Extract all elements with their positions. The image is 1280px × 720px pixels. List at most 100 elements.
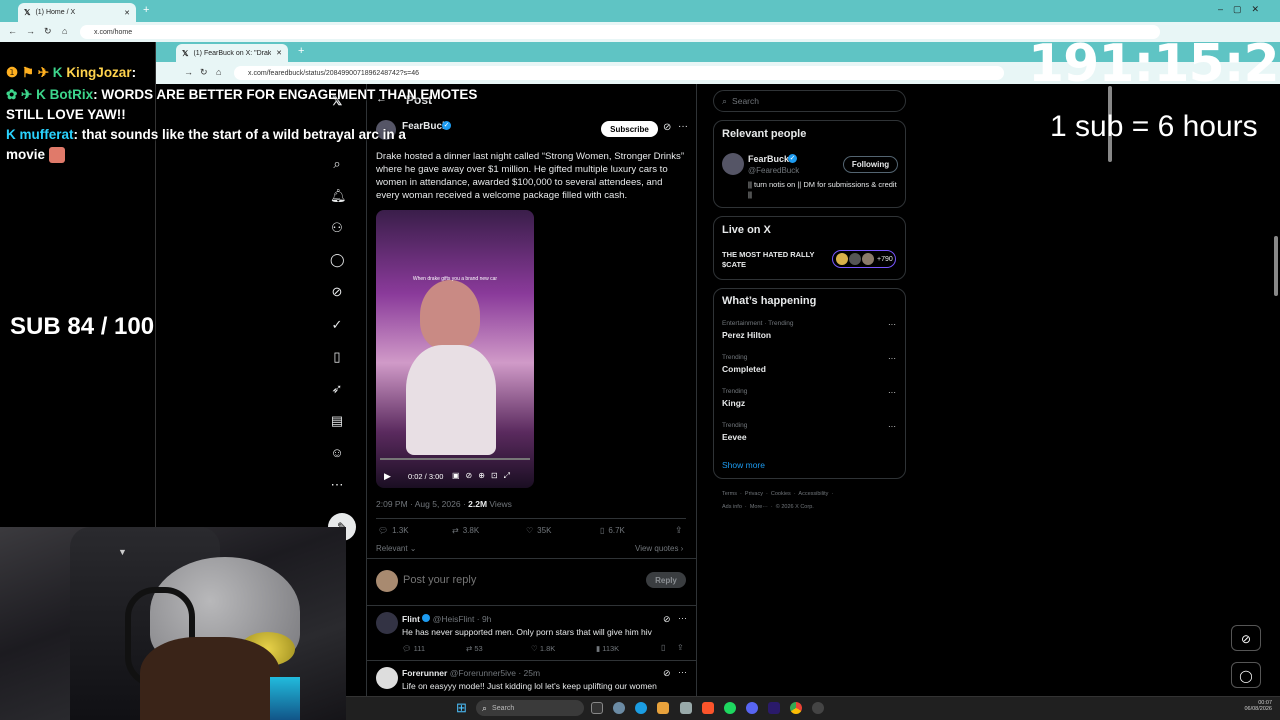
reload-icon[interactable]: ↻ xyxy=(200,67,208,78)
bell-icon[interactable]: 🔔︎ xyxy=(330,189,347,203)
forward-icon[interactable]: → xyxy=(26,26,35,36)
taskbar-search[interactable]: ⌕ Search xyxy=(476,700,584,716)
search-icon[interactable]: ⌕ xyxy=(330,157,344,171)
outer-url-field[interactable]: x.com/home xyxy=(80,25,1160,39)
reply-button[interactable]: Reply xyxy=(646,572,686,588)
repost-stat[interactable]: ⇄ 53 xyxy=(466,644,483,653)
view-quotes-link[interactable]: View quotes › xyxy=(635,544,683,553)
verified-icon[interactable]: ✓ xyxy=(330,318,344,332)
video-controls-icon[interactable]: ▣⊘⊕⊡⤢ xyxy=(452,471,516,481)
following-button[interactable]: Following xyxy=(843,156,898,173)
search-box[interactable]: ⌕ Search xyxy=(713,90,906,112)
app-icon[interactable] xyxy=(680,702,692,714)
profile-icon[interactable]: ☺ xyxy=(330,446,344,460)
rocket-icon[interactable]: ➶ xyxy=(330,382,344,396)
show-more-link[interactable]: Show more xyxy=(722,460,765,470)
trend-item[interactable]: Trending Eevee ··· xyxy=(722,422,898,442)
relevant-title: Relevant people xyxy=(722,128,807,140)
obs-icon[interactable] xyxy=(812,702,824,714)
brave-icon[interactable] xyxy=(702,702,714,714)
message-icon[interactable]: ◯ xyxy=(1231,662,1261,688)
person-name[interactable]: FearBuck xyxy=(748,154,789,164)
windows-start-icon[interactable]: ⊞ xyxy=(456,700,467,716)
grok-icon[interactable]: ⊘ xyxy=(663,122,671,133)
trend-item[interactable]: Trending Kingz ··· xyxy=(722,388,898,408)
reply-author[interactable]: Forerunner xyxy=(402,668,447,678)
new-tab-icon[interactable]: + xyxy=(143,4,149,16)
more-icon[interactable]: ··· xyxy=(678,121,688,132)
footer-links[interactable]: Terms · Privacy · Cookies · Accessibilit… xyxy=(722,491,833,497)
more-icon[interactable]: ··· xyxy=(888,354,896,363)
reply-stat[interactable]: 💬︎ 111 xyxy=(402,644,425,653)
premiere-icon[interactable] xyxy=(768,702,780,714)
discord-icon[interactable] xyxy=(746,702,758,714)
grok-icon[interactable]: ⊘ xyxy=(330,285,344,299)
inner-tab-post[interactable]: 𝕏 (1) FearBuck on X: "Drake hosts... ✕ xyxy=(176,44,288,62)
avatar[interactable] xyxy=(722,153,744,175)
reply-avatar[interactable] xyxy=(376,667,398,689)
clock[interactable]: 00:07 06/08/2026 xyxy=(1238,700,1272,712)
add-person-icon[interactable]: ⚇ xyxy=(330,221,344,235)
repost-stat[interactable]: ⇄ 3.8K xyxy=(452,526,479,535)
close-icon[interactable]: ✕ xyxy=(276,49,282,57)
settings-icon[interactable] xyxy=(613,702,625,714)
share-icon[interactable]: ⇪ xyxy=(677,643,684,652)
back-icon[interactable]: ← xyxy=(8,26,17,36)
like-stat[interactable]: ♡ 1.8K xyxy=(531,644,555,653)
footer-links-2[interactable]: Ads info · More··· · © 2026 X Corp. xyxy=(722,504,814,510)
grok-icon[interactable]: ⊘ xyxy=(1231,625,1261,651)
file-explorer-icon[interactable] xyxy=(657,702,669,714)
chat-message: : WORDS ARE BETTER FOR ENGAGEMENT THAN E… xyxy=(93,87,478,102)
home-icon[interactable]: ⌂ xyxy=(216,67,221,77)
more-icon[interactable]: ··· xyxy=(888,388,896,397)
more-icon[interactable]: ··· xyxy=(888,320,896,329)
like-stat[interactable]: ♡ 35K xyxy=(526,526,551,535)
post-author[interactable]: FearBuck xyxy=(402,121,448,132)
play-icon[interactable]: ▶ xyxy=(384,471,391,482)
my-avatar xyxy=(376,570,398,592)
sort-dropdown[interactable]: Relevant ⌄ xyxy=(376,544,417,553)
home-icon[interactable]: ⌂ xyxy=(62,26,67,36)
live-listeners[interactable]: +790 xyxy=(832,250,896,268)
reply-input[interactable] xyxy=(403,572,623,588)
trend-item[interactable]: Entertainment · Trending Perez Hilton ··… xyxy=(722,320,898,340)
grok-icon[interactable]: ⊘ xyxy=(663,668,671,679)
views-stat[interactable]: ▮ 113K xyxy=(596,644,619,653)
more-icon[interactable]: ··· xyxy=(888,422,896,431)
chrome-icon[interactable] xyxy=(790,702,802,714)
bookmark-stat[interactable]: ▯ 6.7K xyxy=(600,526,625,535)
badge-icon: ✿ ✈ xyxy=(6,87,33,102)
reply-avatar[interactable] xyxy=(376,612,398,634)
reply-stat[interactable]: 💬︎ 1.3K xyxy=(378,526,409,535)
reload-icon[interactable]: ↻ xyxy=(44,26,52,37)
video-progress[interactable] xyxy=(380,458,530,460)
live-name[interactable]: THE MOST HATED RALLY $CATE xyxy=(722,250,828,270)
more-icon[interactable]: ··· xyxy=(678,667,687,677)
scrollbar[interactable] xyxy=(1274,236,1278,296)
chat-line: ❶ ⚑ ✈ K KingJozar: xyxy=(6,65,136,81)
lists-icon[interactable]: ▤ xyxy=(330,414,344,428)
spotify-icon[interactable] xyxy=(724,702,736,714)
inner-url-field[interactable]: x.com/fearedbuck/status/2084990071896248… xyxy=(234,66,1004,80)
grok-icon[interactable]: ⊘ xyxy=(663,614,671,625)
post-meta: 2:09 PM · Aug 5, 2026 · 2.2M Views xyxy=(376,499,512,509)
share-icon[interactable]: ⇪ xyxy=(675,525,683,536)
chair-logo: ▼ xyxy=(118,547,127,557)
forward-icon[interactable]: → xyxy=(184,67,193,77)
close-icon[interactable]: ✕ xyxy=(124,9,130,17)
outer-tab-home[interactable]: 𝕏 (1) Home / X ✕ xyxy=(18,3,136,22)
bookmark-icon[interactable]: ▯ xyxy=(661,643,665,652)
repost-icon: ⇄ xyxy=(452,526,459,535)
message-icon[interactable]: ◯ xyxy=(330,253,345,267)
task-view-icon[interactable] xyxy=(591,702,603,714)
post-video[interactable]: When drake gifts you a brand new car ▶ 0… xyxy=(376,210,534,488)
reply-author[interactable]: Flint xyxy=(402,614,420,624)
trend-item[interactable]: Trending Completed ··· xyxy=(722,354,898,374)
more-icon[interactable]: ⋯ xyxy=(330,478,344,492)
bookmark-icon[interactable]: ▯ xyxy=(330,350,344,364)
edge-icon[interactable] xyxy=(635,702,647,714)
window-controls[interactable]: –▢✕ xyxy=(1218,4,1269,15)
more-icon[interactable]: ··· xyxy=(678,613,687,623)
new-tab-icon[interactable]: + xyxy=(298,45,304,57)
subscribe-button[interactable]: Subscribe xyxy=(601,121,658,137)
